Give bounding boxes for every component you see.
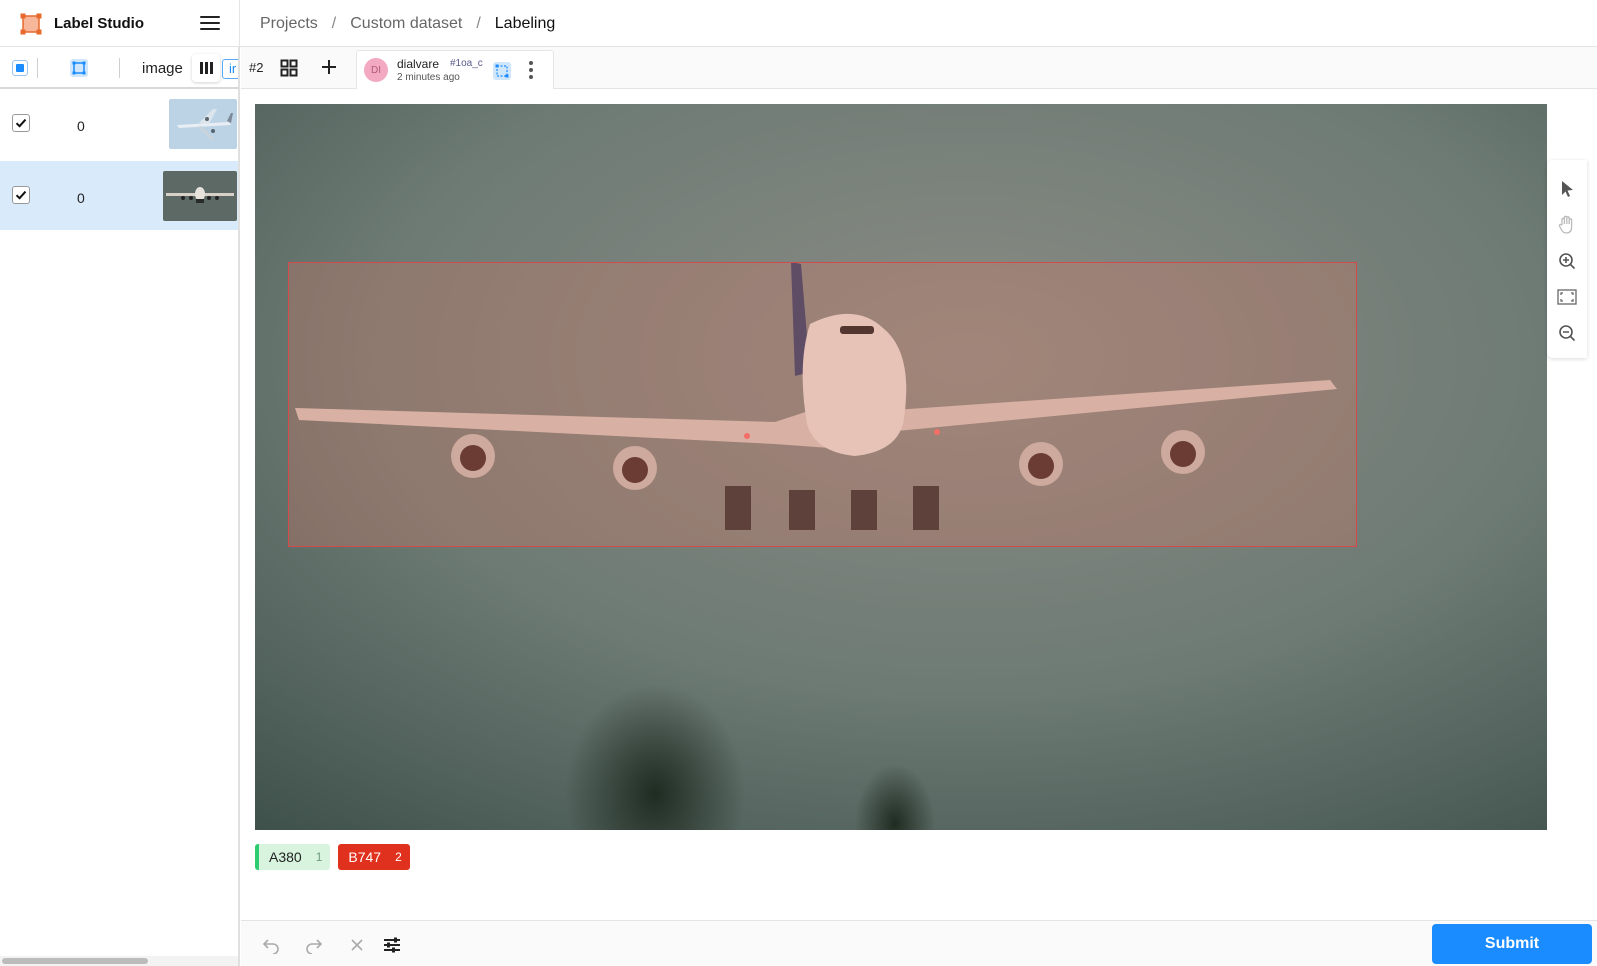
table-row[interactable]: 0 [0, 161, 238, 230]
hand-pan-icon[interactable] [1556, 214, 1578, 236]
horizontal-scrollbar[interactable] [0, 956, 238, 966]
annotation-type-icon[interactable] [70, 59, 88, 77]
breadcrumb-current: Labeling [494, 14, 556, 32]
breadcrumb-projects[interactable]: Projects [260, 15, 318, 33]
breadcrumb-separator: / [331, 14, 337, 32]
undo-icon[interactable] [261, 935, 281, 955]
zoom-toolbar [1547, 160, 1587, 358]
task-id: #2 [249, 60, 264, 75]
select-all-checkbox[interactable] [12, 60, 28, 76]
plus-icon[interactable] [319, 57, 339, 77]
label-name: A380 [269, 849, 302, 865]
row-checkbox[interactable] [12, 114, 30, 132]
row-count: 0 [77, 190, 85, 206]
annotation-toolbar: #2 DI dialvare #1oa_c 2 minutes ago [241, 47, 1597, 89]
label-list: A380 1 B747 2 [255, 844, 418, 870]
label-hotkey: 2 [395, 850, 402, 864]
image-canvas[interactable] [255, 104, 1547, 830]
submit-button[interactable]: Submit [1432, 924, 1592, 964]
data-manager-toolbar: image ir [0, 47, 238, 89]
column-header-image[interactable]: image [142, 60, 183, 77]
annotation-time: 2 minutes ago [397, 72, 460, 83]
fit-zoom-icon[interactable] [1556, 286, 1578, 308]
label-studio-logo-icon [20, 13, 42, 35]
annotation-id: #1oa_c [450, 58, 483, 69]
scrollbar-thumb[interactable] [2, 958, 148, 964]
label-b747[interactable]: B747 2 [338, 844, 410, 870]
bounding-box-region[interactable] [288, 262, 1357, 547]
divider [119, 58, 120, 78]
avatar: DI [364, 58, 388, 82]
kebab-icon[interactable] [528, 61, 534, 81]
row-count: 0 [77, 118, 85, 134]
bbox-tool-icon[interactable] [493, 62, 511, 80]
bottom-toolbar [241, 920, 1597, 966]
label-name: B747 [348, 849, 382, 865]
image-thumbnail [163, 171, 237, 221]
zoom-in-icon[interactable] [1556, 250, 1578, 272]
annotation-user: dialvare [397, 57, 440, 71]
top-header: Label Studio Projects / Custom dataset /… [0, 0, 1597, 47]
row-checkbox[interactable] [12, 186, 30, 204]
breadcrumb: Projects / Custom dataset / Labeling [260, 0, 555, 47]
annotation-tab[interactable]: DI dialvare #1oa_c 2 minutes ago [356, 50, 554, 89]
table-row[interactable]: 0 [0, 89, 238, 158]
columns-view-icon[interactable] [192, 54, 220, 82]
reset-icon[interactable] [347, 935, 367, 955]
select-arrow-icon[interactable] [1556, 178, 1578, 200]
label-hotkey: 1 [315, 850, 323, 864]
tab-peek[interactable]: ir [222, 59, 238, 79]
data-manager-panel: image ir 0 0 [0, 47, 240, 966]
breadcrumb-separator: / [476, 14, 481, 32]
zoom-out-icon[interactable] [1556, 322, 1578, 344]
menu-icon[interactable] [200, 14, 220, 32]
breadcrumb-project[interactable]: Custom dataset [350, 15, 462, 33]
settings-sliders-icon[interactable] [382, 935, 402, 955]
label-a380[interactable]: A380 1 [255, 844, 331, 870]
redo-icon[interactable] [304, 935, 324, 955]
app-name: Label Studio [54, 15, 144, 32]
image-thumbnail [169, 99, 237, 149]
grid-icon[interactable] [280, 59, 298, 77]
divider [37, 58, 38, 78]
